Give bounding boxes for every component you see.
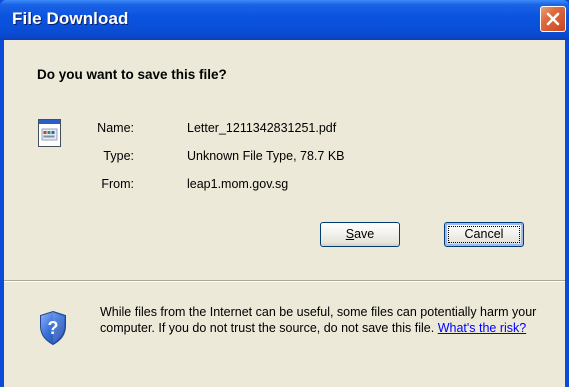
source-value: leap1.mom.gov.sg [187, 177, 289, 191]
file-download-window: File Download Do you want to save this f… [0, 0, 569, 387]
title-bar[interactable]: File Download [0, 0, 569, 40]
from-label: From: [101, 177, 134, 191]
dialog-question: Do you want to save this file? [37, 67, 227, 82]
whats-the-risk-link[interactable]: What's the risk? [438, 321, 527, 335]
file-info-panel: Do you want to save this file? Name: Let… [4, 40, 565, 280]
window-title: File Download [12, 9, 129, 28]
save-button[interactable]: Save [320, 222, 400, 247]
separator-highlight [4, 281, 565, 282]
file-type-value: Unknown File Type, 78.7 KB [187, 149, 345, 163]
close-icon [546, 12, 560, 26]
name-label: Name: [97, 121, 134, 135]
close-button[interactable] [540, 6, 566, 32]
save-button-accesskey: S [345, 227, 355, 241]
svg-text:?: ? [48, 318, 59, 338]
type-label: Type: [103, 149, 134, 163]
file-name-value: Letter_1211342831251.pdf [187, 121, 337, 135]
cancel-button-label: Cancel [464, 227, 504, 241]
cancel-button[interactable]: Cancel [444, 222, 524, 247]
shield-question-icon: ? [40, 310, 66, 346]
security-warning: While files from the Internet can be use… [100, 304, 555, 336]
save-button-label: ave [354, 227, 375, 241]
file-icon [38, 119, 61, 147]
dialog-body: Do you want to save this file? Name: Let… [4, 40, 565, 387]
